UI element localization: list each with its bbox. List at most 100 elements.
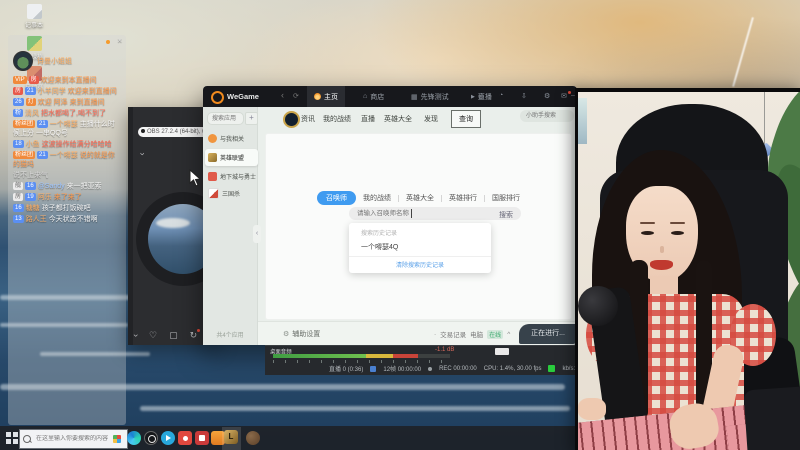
eye — [671, 231, 684, 235]
add-app-button[interactable]: + — [245, 112, 258, 125]
heart-icon[interactable]: ♡ — [149, 330, 157, 341]
refresh-icon[interactable]: ⟳ — [293, 92, 299, 100]
search-button[interactable]: 搜索 — [499, 210, 513, 220]
audio-meter[interactable] — [273, 354, 450, 358]
app-search-input[interactable] — [208, 113, 247, 124]
teal-app-icon[interactable] — [161, 431, 175, 445]
chevron-down-icon[interactable]: ‹ — [137, 153, 147, 156]
app-search-box[interactable] — [207, 112, 247, 125]
obs-icon[interactable] — [144, 431, 158, 445]
chat-text: 来一把亚索 — [66, 183, 102, 190]
running-button[interactable]: 正在进行... — [519, 324, 577, 344]
subtab-heroes[interactable]: 英雄大全 — [406, 193, 434, 203]
badge: 16 — [13, 204, 24, 212]
summoner-search-box[interactable]: 搜索 — [349, 207, 521, 220]
sidebar-item-lol[interactable]: 英雄联盟 — [205, 149, 258, 166]
chat-text: 这波操作给满分哈哈哈 — [41, 141, 112, 148]
meter-red — [393, 354, 418, 358]
chat-user: 一个嘚瑟 — [49, 152, 78, 159]
monitor-icon: ▦ — [411, 93, 418, 101]
search-icon — [23, 435, 31, 443]
snapshot-icon[interactable]: ▢ — [169, 330, 178, 341]
gear-icon: ⚙ — [283, 331, 290, 338]
shelf-edge — [578, 98, 587, 144]
live-counter: 直播 0 (0:36) — [329, 367, 364, 373]
microphone-icon — [578, 286, 618, 326]
clock-icon — [208, 134, 217, 143]
camera-toolbar: ‹ ♡ ▢ ↻ — [130, 329, 214, 341]
tab-home[interactable]: 主页 — [307, 86, 345, 107]
start-button[interactable] — [6, 432, 18, 444]
chat-text: 说不上来气 — [13, 172, 48, 179]
badge: 21 — [37, 120, 48, 128]
settings-icon[interactable]: ⚙ — [544, 92, 550, 100]
wegame-bottombar: ⚙ 辅助设置 · 交易记录 电脑 在线 ^ 正在进行... — [258, 321, 577, 345]
taskbar-search-input[interactable] — [34, 435, 110, 443]
chat-message: 13 路人王 今天状态不错啊 — [8, 214, 126, 225]
game-tab-live[interactable]: 直播 — [361, 114, 375, 124]
tab-beta-test[interactable]: ▦ 先锋测试 — [411, 86, 449, 107]
sgs-icon — [208, 188, 219, 199]
history-header: 搜索历史记录 — [361, 231, 398, 237]
chat-user: 小羊同学 — [37, 88, 66, 95]
tab-store[interactable]: ⌂ 商店 — [363, 86, 384, 107]
subtab-server-rank[interactable]: 国服排行 — [492, 193, 520, 203]
close-icon[interactable]: × — [117, 36, 122, 45]
rotate-icon[interactable]: ↻ — [190, 329, 201, 341]
chevron-up-icon[interactable]: ^ — [507, 331, 510, 338]
game-tab-news[interactable]: 资讯 — [301, 114, 315, 124]
sidebar-item-sgs[interactable]: 三国杀 — [205, 186, 258, 201]
game-tab-mymatches[interactable]: 我的战绩 — [323, 114, 351, 124]
chat-user: 路人王 — [25, 216, 47, 223]
device-label: 电脑 — [470, 332, 484, 339]
history-item[interactable]: 一个嘚瑟4Q — [349, 240, 491, 256]
rec-dot-icon — [428, 366, 433, 371]
meter-green — [273, 354, 366, 358]
taskbar-search[interactable] — [19, 429, 128, 449]
badge: 13 — [13, 215, 24, 223]
obs-ring — [148, 435, 156, 443]
message-icon[interactable]: ✉ — [561, 92, 567, 100]
subtab-hero-rank[interactable]: 英雄排行 — [449, 193, 477, 203]
lol-icon — [208, 153, 217, 162]
clear-history-link[interactable]: 清除搜索历史记录 — [349, 256, 491, 270]
subtab-mymatches[interactable]: 我的战绩 — [363, 193, 391, 203]
badge: 粉 — [13, 109, 24, 117]
widgets-icon[interactable] — [113, 435, 121, 443]
active-app-slot[interactable]: L — [222, 427, 241, 450]
game-tab-query[interactable]: 查询 — [451, 110, 481, 128]
red-app2-icon[interactable] — [195, 431, 209, 445]
download-icon[interactable]: ⇩ — [521, 92, 527, 100]
db-value: -1.1 dB — [435, 347, 455, 353]
game-tab-discover[interactable]: 发现 — [424, 114, 438, 124]
brown-app-icon[interactable] — [246, 431, 260, 445]
desktop-icon[interactable]: 记事本 — [16, 4, 52, 29]
sidebar-collapse-handle[interactable]: ‹ — [253, 225, 261, 243]
query-card: 召唤师 我的战绩 英雄大全 英雄排行 国服排行 搜索 搜索历史记录 一个嘚瑟4Q… — [265, 133, 572, 320]
obs-dot-icon — [141, 129, 145, 133]
chat-text: 今天状态不错啊 — [48, 216, 98, 223]
subtab-summoner[interactable]: 召唤师 — [317, 191, 356, 205]
ornament-string — [764, 92, 765, 150]
helper-search-box[interactable] — [520, 110, 586, 122]
game-tab-heroes[interactable]: 英雄大全 — [384, 114, 412, 124]
back-icon[interactable]: ‹ — [281, 90, 284, 100]
screen: 记事本 小绿植 启动器 × 诗曼小姐姐 VIP房欢迎来到本直播间 房21小羊同学… — [0, 0, 800, 450]
sidebar-item-related[interactable]: 与我相关 — [205, 131, 258, 146]
chat-message: 粉丝团 21 一个嘚瑟 说的就是你的猫吗 — [8, 150, 126, 170]
red-app-icon[interactable] — [178, 431, 192, 445]
gift-icon[interactable]: ◔ — [499, 92, 503, 99]
edge-icon[interactable] — [127, 431, 141, 445]
panel-edge — [128, 107, 133, 345]
wegame-titlebar[interactable]: WeGame ‹ ⟳ 主页 ⌂ 商店 ▦ 先锋测试 ▶ 直播 ◎ ◔ ⇩ ⚙ ✉ – — [203, 86, 577, 107]
trade-record-link[interactable]: 交易记录 — [440, 329, 466, 339]
summoner-search-input[interactable] — [349, 207, 485, 220]
chevron-down-icon[interactable]: ‹ — [130, 334, 141, 337]
volume-tooltip — [495, 348, 509, 355]
badge: 粉丝团 — [13, 151, 36, 159]
assist-settings[interactable]: ⚙ 辅助设置 — [283, 329, 320, 339]
sidebar-item-dnf[interactable]: 地下城与勇士 — [205, 169, 258, 184]
profile-icon[interactable]: ◎ — [478, 92, 484, 100]
eye — [641, 231, 654, 235]
divider — [398, 194, 399, 202]
